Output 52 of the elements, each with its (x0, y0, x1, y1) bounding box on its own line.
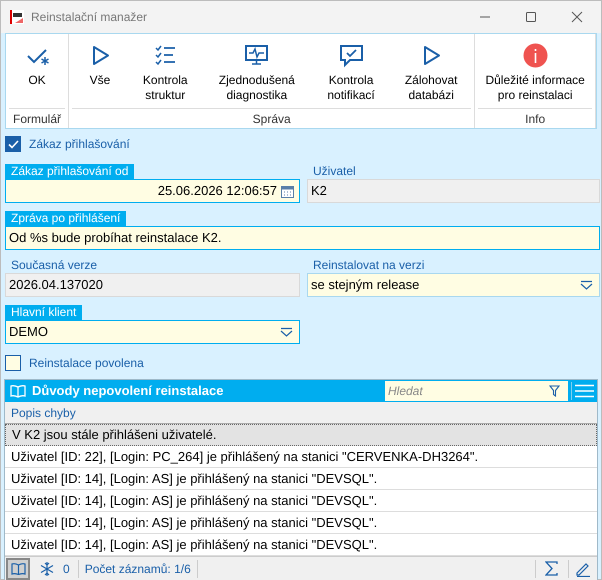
field-label: Zpráva po přihlášení (5, 211, 126, 226)
dropdown-field[interactable]: se stejným release (307, 273, 600, 297)
checkbox-label: Zákaz přihlašování (29, 136, 130, 153)
input-field[interactable]: Od %s bude probíhat reinstalace K2. (5, 226, 600, 250)
group-label: Formulář (12, 110, 61, 128)
ribbon-button[interactable]: Zjednodušená diagnostika (202, 35, 312, 107)
field-label: Uživatel (312, 164, 357, 179)
table-row[interactable]: V K2 jsou stále přihlášeni uživatelé. (5, 424, 597, 446)
input-field: K2 (307, 179, 600, 203)
record-count: Počet záznamů: 1/6 (84, 560, 191, 578)
calendar-icon[interactable] (281, 184, 294, 198)
checkbox[interactable] (5, 136, 21, 152)
field-label: Zákaz přihlašování od (5, 164, 134, 179)
close-icon[interactable] (571, 11, 583, 23)
book-icon (10, 384, 26, 398)
ribbon-button[interactable]: Zálohovat databázi (391, 35, 472, 107)
app-logo-icon (10, 10, 24, 24)
pencil-icon[interactable] (575, 560, 591, 576)
field-label: Hlavní klient (5, 305, 82, 320)
dropdown-chevron-icon[interactable] (280, 327, 293, 337)
column-header[interactable]: Popis chyby (11, 404, 76, 422)
dropdown-field[interactable]: DEMO (5, 320, 300, 344)
monitor-pulse-icon (244, 43, 270, 68)
dropdown-chevron-icon[interactable] (580, 280, 593, 290)
checkmark-icon (8, 140, 18, 148)
ribbon-button[interactable]: Kontrola notifikací (313, 35, 390, 107)
maximize-icon[interactable] (525, 11, 537, 23)
chat-check-icon (338, 43, 364, 68)
book-icon (10, 562, 26, 574)
ribbon-button[interactable]: Vše (72, 35, 128, 107)
ribbon-button[interactable]: OK (9, 35, 65, 107)
menu-icon[interactable] (575, 384, 594, 398)
window-title: Reinstalační manažer (31, 9, 148, 26)
info-icon (522, 43, 548, 68)
field-label: Současná verze (10, 258, 98, 273)
grid-title: Důvody nepovolení reinstalace (32, 382, 224, 400)
input-field: 2026.04.137020 (5, 273, 300, 297)
search-field[interactable]: Hledat (385, 381, 568, 401)
frozen-count: 0 (63, 560, 70, 578)
book-toggle-button[interactable] (6, 558, 30, 580)
group-label: Správa (252, 110, 291, 128)
group-label: Info (525, 110, 546, 128)
checklist-icon (152, 43, 178, 68)
filter-icon[interactable] (549, 385, 560, 397)
snowflake-icon[interactable] (40, 562, 54, 576)
ribbon-button[interactable]: Kontrola struktur (130, 35, 201, 107)
checkbox-label: Reinstalace povolena (29, 355, 144, 372)
input-field[interactable]: 25.06.2026 12:06:57 (5, 179, 300, 203)
checkbox[interactable] (5, 355, 21, 371)
sigma-icon[interactable] (545, 561, 558, 576)
ribbon-button[interactable]: Důležité informace pro reinstalaci (478, 35, 592, 107)
field-label: Reinstalovat na verzi (312, 258, 426, 273)
